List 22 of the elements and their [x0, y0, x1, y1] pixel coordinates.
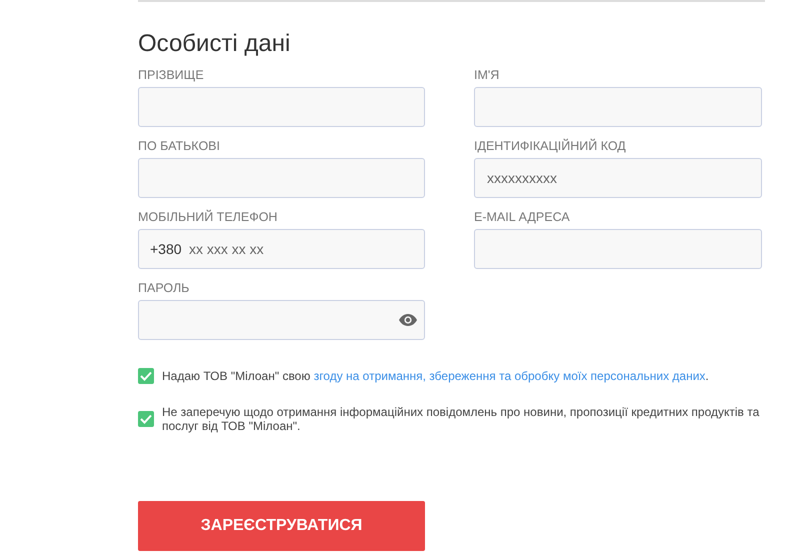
consent-link[interactable]: згоду на отримання, збереження та обробку моїх персональних даних: [314, 369, 706, 383]
field-label: ПО БАТЬКОВІ: [138, 139, 221, 153]
input-field[interactable]: [474, 87, 762, 127]
field-label: ІМ'Я: [474, 68, 500, 82]
field-label: ПАРОЛЬ: [138, 281, 190, 295]
input-field[interactable]: [474, 229, 762, 269]
eye-icon[interactable]: [399, 314, 417, 326]
field-label: МОБІЛЬНИЙ ТЕЛЕФОН: [138, 210, 278, 224]
input-field[interactable]: [138, 87, 425, 127]
password-field[interactable]: [138, 300, 425, 340]
field-label: ІДЕНТИФІКАЦІЙНИЙ КОД: [474, 139, 627, 153]
register-button[interactable]: ЗАРЕЄСТРУВАТИСЯ: [138, 501, 425, 551]
phone-prefix: +380: [150, 241, 182, 257]
checkbox[interactable]: [138, 411, 154, 427]
field-label: ПРІЗВИЩЕ: [138, 68, 205, 82]
consent-text: Надаю ТОВ "Мілоан" свою згоду на отримання, збереження та обробку моїх персональних даних.: [162, 369, 709, 383]
section-title: Особисті дані: [138, 30, 292, 58]
input-field[interactable]: [138, 158, 425, 198]
consent-text: Не заперечую щодо отримання інформаційних повідомлень про новини, пропозиції кредитних продуктів та послуг від ТОВ "Мілоан".: [162, 405, 760, 433]
checkbox[interactable]: [138, 368, 154, 384]
input-field[interactable]: xxxxxxxxxx: [474, 158, 762, 198]
field-label: E-MAIL АДРЕСА: [474, 210, 571, 224]
